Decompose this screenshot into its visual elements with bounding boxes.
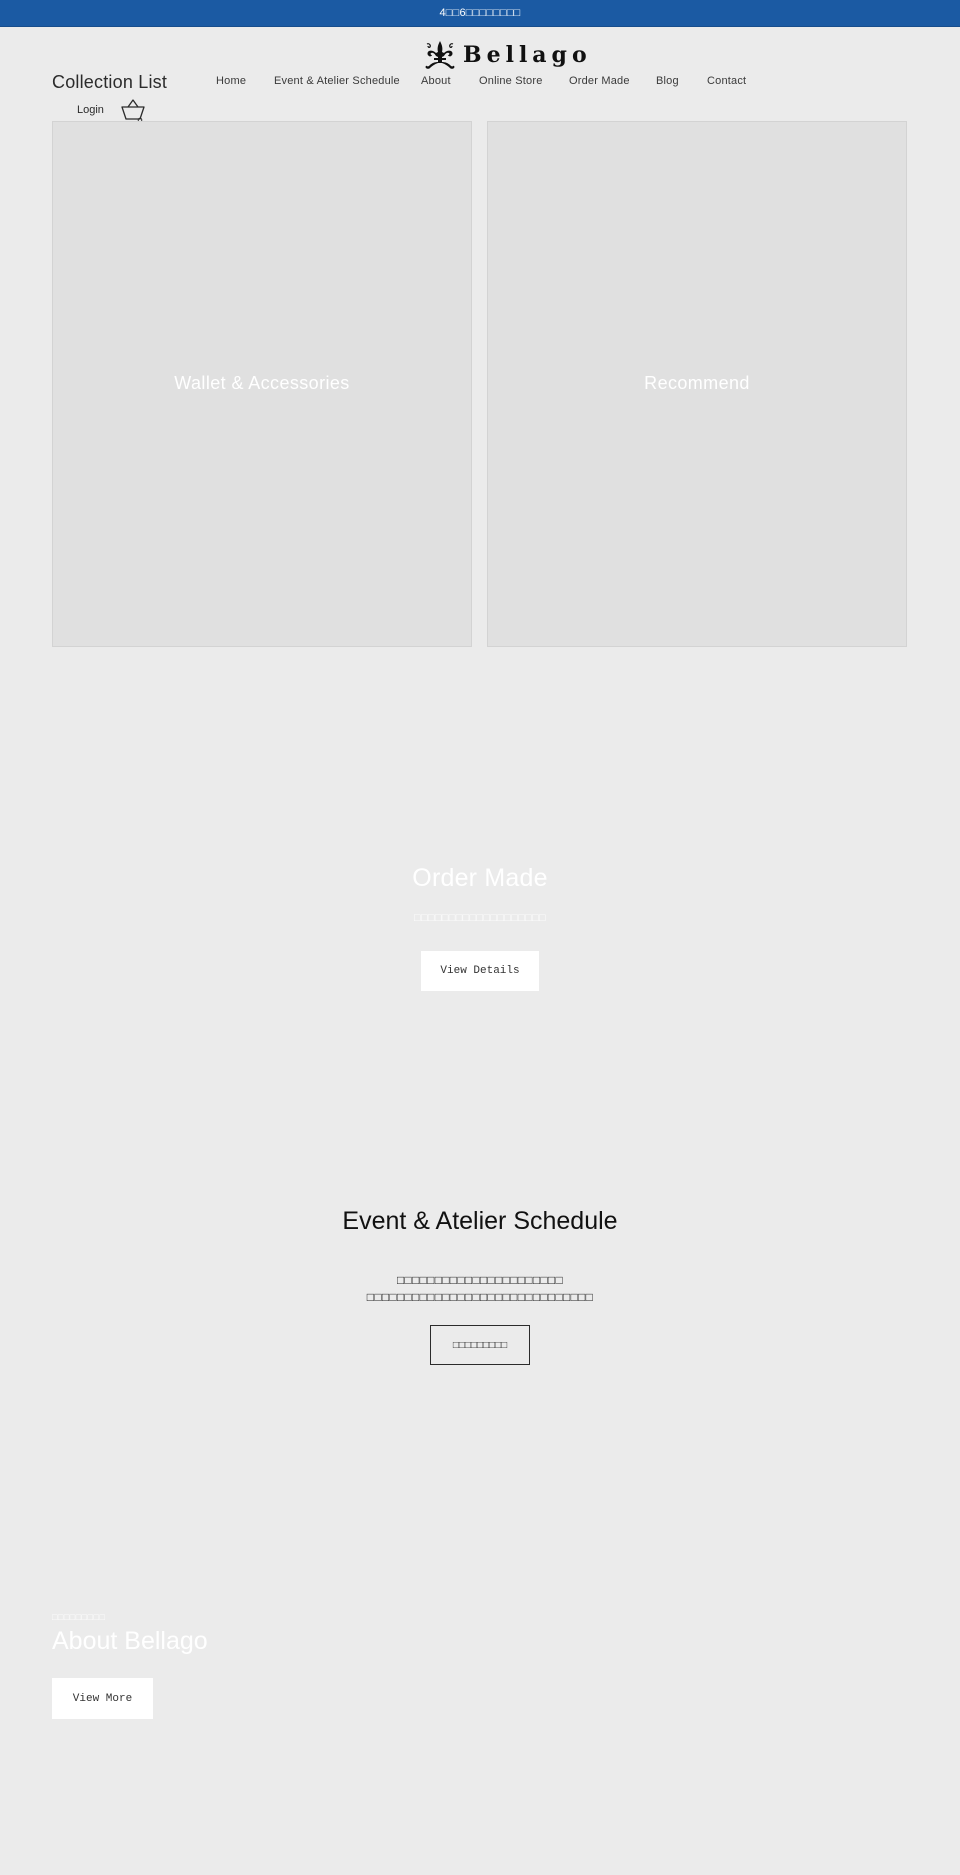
collection-card-recommend[interactable]: Recommend (487, 121, 907, 647)
collection-card-wallet-accessories[interactable]: Wallet & Accessories (52, 121, 472, 647)
logo-text: Bellago (463, 42, 592, 68)
order-made-subtitle: □□□□□□□□□□□□□□□□□□□ (414, 912, 546, 924)
nav-about[interactable]: About (421, 75, 451, 87)
event-schedule-text-line: □□□□□□□□□□□□□□□□□□□□□□□□□□□□□□ (366, 1290, 594, 1304)
site-logo[interactable]: Bellago (423, 38, 592, 72)
shopping-basket-icon (121, 99, 145, 123)
collection-card-label: Wallet & Accessories (174, 372, 350, 393)
order-made-title: Order Made (412, 864, 548, 892)
nav-online-store[interactable]: Online Store (479, 75, 543, 87)
announcement-text: 4□□6□□□□□□□□ (439, 7, 521, 19)
view-more-button[interactable]: View More (52, 1678, 153, 1719)
nav-contact[interactable]: Contact (707, 75, 746, 87)
nav-home[interactable]: Home (216, 75, 246, 87)
about-title: About Bellago (52, 1627, 208, 1655)
event-schedule-button[interactable]: □□□□□□□□□ (430, 1325, 530, 1365)
nav-order-made[interactable]: Order Made (569, 75, 630, 87)
login-link[interactable]: Login (77, 104, 104, 116)
fleur-de-lis-icon (425, 41, 455, 69)
view-details-button[interactable]: View Details (421, 951, 539, 991)
collection-card-label: Recommend (644, 372, 750, 393)
page-title: Collection List (52, 72, 168, 92)
nav-event-atelier-schedule[interactable]: Event & Atelier Schedule (274, 75, 400, 87)
event-schedule-title: Event & Atelier Schedule (342, 1207, 618, 1235)
announcement-bar: 4□□6□□□□□□□□ (0, 0, 960, 27)
nav-blog[interactable]: Blog (656, 75, 679, 87)
about-eyebrow: □□□□□□□□□ (52, 1612, 106, 1622)
cart-button[interactable] (119, 97, 147, 123)
event-schedule-text-line: □□□□□□□□□□□□□□□□□□□□□□ (396, 1273, 564, 1287)
